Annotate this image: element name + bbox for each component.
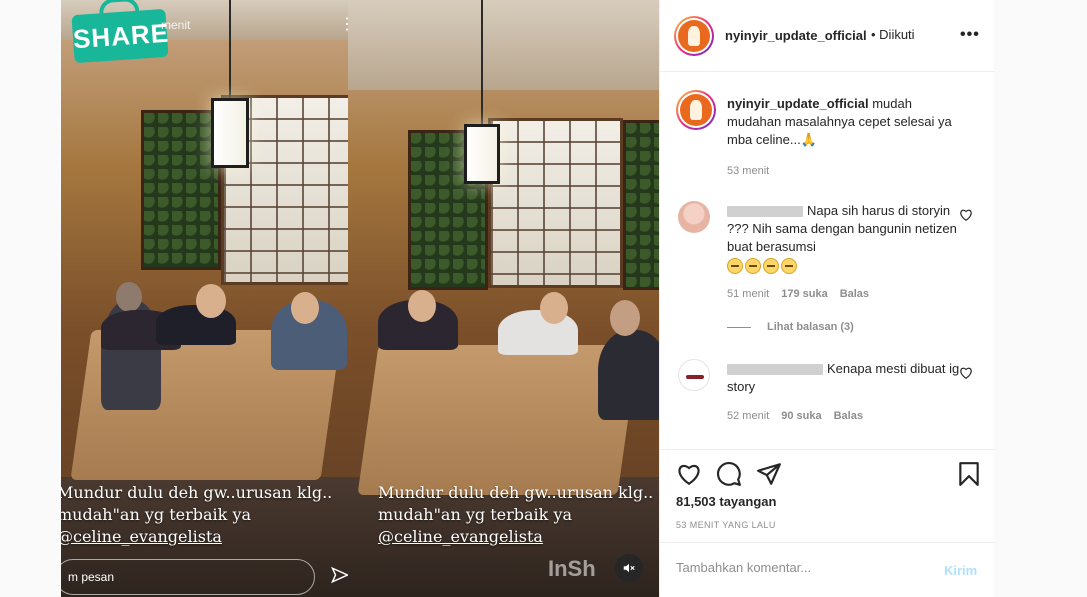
blurred-username <box>727 364 823 376</box>
comments-list: nyinyir_update_official mudah mudahan ma… <box>660 73 995 450</box>
caption-mention: @celine_evangelista <box>61 527 222 546</box>
avatar[interactable] <box>676 90 716 130</box>
more-options-icon[interactable]: ••• <box>960 26 980 44</box>
inshot-watermark: InSh <box>548 556 596 581</box>
post-video[interactable]: SHARE menit ⋮ Mundur dulu deh gw..urusan… <box>61 0 659 597</box>
caption-mention: @celine_evangelista <box>378 527 543 546</box>
post-comment-button[interactable]: Kirim <box>944 563 977 578</box>
like-comment-icon[interactable] <box>959 208 973 222</box>
caption-text-block: nyinyir_update_official mudah mudahan ma… <box>727 95 967 149</box>
bookmark-icon[interactable] <box>956 461 982 487</box>
avatar[interactable] <box>674 16 714 56</box>
story-timestamp: menit <box>161 18 191 32</box>
more-vertical-icon: ⋮ <box>339 16 348 33</box>
emoji-icon <box>745 257 761 274</box>
comment-item: Kenapa mesti dibuat ig story 52 menit 90 … <box>676 358 986 428</box>
story-reply-field: m pesan <box>61 559 315 595</box>
caption-username[interactable]: nyinyir_update_official <box>727 96 869 111</box>
view-replies-button[interactable]: Lihat balasan (3) <box>727 321 854 333</box>
follow-status[interactable]: • Diikuti <box>871 27 915 42</box>
story-caption-right: Mundur dulu deh gw..urusan klg.. mudah"a… <box>378 482 653 548</box>
comment-likes[interactable]: 179 suka <box>781 288 827 300</box>
comment-text-block: Kenapa mesti dibuat ig story <box>727 360 967 396</box>
blurred-username <box>727 206 803 218</box>
heart-icon[interactable] <box>676 461 702 487</box>
comment-meta: 52 menit 90 suka Balas <box>727 410 863 422</box>
mute-button[interactable] <box>615 554 643 582</box>
story-caption-left: Mundur dulu deh gw..urusan klg.. mudah"a… <box>61 482 332 548</box>
emoji-icon <box>763 257 779 274</box>
comment-text-block: Napa sih harus di storyin ??? Nih sama d… <box>727 202 967 274</box>
share-icon[interactable] <box>756 461 782 487</box>
emoji-icon <box>781 257 797 274</box>
video-left-panel: SHARE menit ⋮ Mundur dulu deh gw..urusan… <box>61 0 348 597</box>
post-side-panel: nyinyir_update_official • Diikuti ••• ny… <box>659 0 995 597</box>
comment-input[interactable] <box>676 560 916 575</box>
avatar[interactable] <box>678 201 710 233</box>
reply-button[interactable]: Balas <box>840 288 869 300</box>
comment-time: 51 menit <box>727 288 770 300</box>
caption-time: 53 menit <box>727 165 770 177</box>
like-comment-icon[interactable] <box>959 366 973 380</box>
comment-meta: 51 menit 179 suka Balas <box>727 288 869 300</box>
reply-button[interactable]: Balas <box>834 410 863 422</box>
video-right-panel: Mundur dulu deh gw..urusan klg.. mudah"a… <box>348 0 659 597</box>
send-icon <box>331 566 348 584</box>
header-username[interactable]: nyinyir_update_official <box>725 28 867 43</box>
caption-line: Mundur dulu deh gw..urusan klg.. <box>378 483 654 502</box>
comment-icon[interactable] <box>716 461 742 487</box>
post-header: nyinyir_update_official • Diikuti ••• <box>660 0 995 72</box>
view-replies-label[interactable]: Lihat balasan (3) <box>767 321 854 333</box>
comment-item: Napa sih harus di storyin ??? Nih sama d… <box>676 200 986 333</box>
comment-likes[interactable]: 90 suka <box>781 410 821 422</box>
caption-line: Mundur dulu deh gw..urusan klg.. <box>61 483 333 502</box>
caption-line: mudah"an yg terbaik ya <box>61 505 252 524</box>
emoji-icon <box>727 257 743 274</box>
comment-time: 52 menit <box>727 410 770 422</box>
add-comment-bar: Kirim <box>660 542 995 597</box>
post-caption: nyinyir_update_official mudah mudahan ma… <box>676 90 986 180</box>
post-actions: 81,503 tayangan 53 MENIT YANG LALU <box>660 450 995 542</box>
share-sticker: SHARE <box>71 8 170 64</box>
caption-line: mudah"an yg terbaik ya <box>378 505 573 524</box>
avatar[interactable] <box>678 359 710 391</box>
muted-speaker-icon <box>623 563 635 573</box>
post-timestamp[interactable]: 53 MENIT YANG LALU <box>676 520 776 530</box>
view-count[interactable]: 81,503 tayangan <box>676 494 776 509</box>
